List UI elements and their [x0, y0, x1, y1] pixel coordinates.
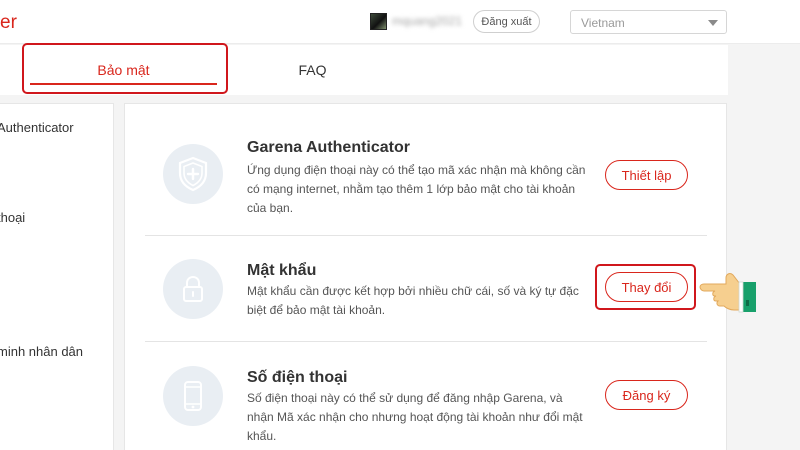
chevron-down-icon — [708, 20, 718, 26]
username: mquang2021 — [392, 14, 463, 28]
lock-icon — [163, 259, 223, 319]
tab-highlight-box — [22, 43, 228, 94]
phone-title: Số điện thoại — [247, 369, 348, 386]
authenticator-description: Ứng dụng điện thoại này có thể tạo mã xá… — [247, 163, 586, 215]
button-highlight-box — [595, 264, 696, 310]
tab-faq[interactable]: FAQ — [250, 45, 375, 95]
top-header: er mquang2021 Đăng xuất Vietnam — [0, 0, 800, 44]
language-value: Vietnam — [581, 16, 625, 30]
avatar[interactable] — [370, 13, 387, 30]
register-phone-button[interactable]: Đăng ký — [605, 380, 688, 410]
phone-icon — [163, 366, 223, 426]
sidebar-item-id-card[interactable]: minh nhân dân — [0, 344, 83, 359]
password-title: Mật khẩu — [247, 262, 317, 279]
logout-button[interactable]: Đăng xuất — [473, 10, 540, 33]
language-select[interactable]: Vietnam — [570, 10, 727, 34]
tab-faq-label: FAQ — [298, 62, 327, 78]
phone-description: Số điện thoại này có thể sử dụng để đăng… — [247, 391, 583, 443]
divider — [145, 341, 707, 342]
sidebar-item-phone[interactable]: thoại — [0, 210, 25, 225]
pointing-hand-icon — [699, 273, 756, 313]
authenticator-title: Garena Authenticator — [247, 139, 410, 156]
password-description: Mật khẩu cần được kết hợp bởi nhiều chữ … — [247, 284, 579, 317]
divider — [145, 235, 707, 236]
brand-title: er — [0, 12, 17, 33]
sidebar-item-authenticator[interactable]: Authenticator — [0, 120, 74, 135]
sidebar: Authenticator thoại minh nhân dân — [0, 103, 114, 450]
shield-plus-icon — [163, 144, 223, 204]
setup-authenticator-button[interactable]: Thiết lập — [605, 160, 688, 190]
